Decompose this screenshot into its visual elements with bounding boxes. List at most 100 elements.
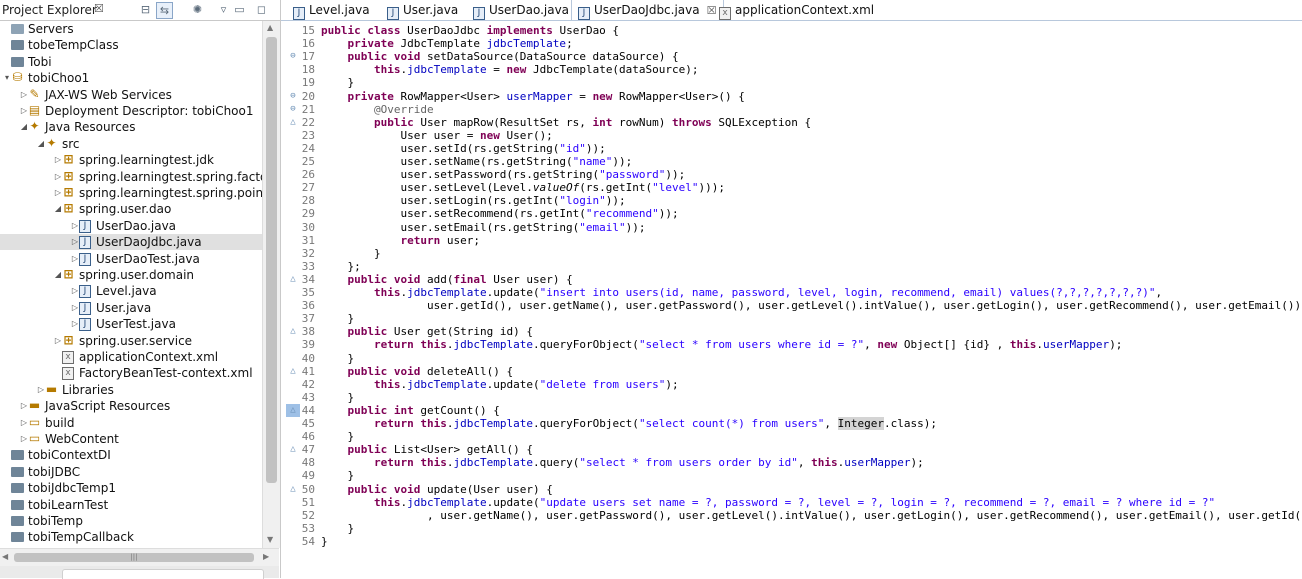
scroll-up-icon[interactable]: ▲ — [267, 23, 273, 32]
code-line[interactable]: △ 41 public void deleteAll() { — [281, 365, 1302, 378]
tree-horizontal-scrollbar[interactable]: ◀ ||| ▶ — [0, 548, 279, 566]
tree-item-label: tobiJdbcTemp1 — [28, 481, 116, 496]
tree-item[interactable]: tobiLearnTest — [0, 497, 262, 513]
tree-item[interactable]: ▷ ▤ Deployment Descriptor: tobiChoo1 — [0, 103, 262, 119]
code-line[interactable]: 31 return user; — [281, 234, 1302, 247]
link-with-editor-icon[interactable]: ⇆ — [156, 2, 173, 19]
code-line[interactable]: 27 user.setLevel(Level.valueOf(rs.getInt… — [281, 181, 1302, 194]
code-line[interactable]: 15 public class UserDaoJdbc implements Us… — [281, 24, 1302, 37]
tree-item[interactable]: ▷ ⊞ spring.learningtest.jdk — [0, 152, 262, 168]
tree-item[interactable]: tobiJdbcTemp1 — [0, 480, 262, 496]
tree-item[interactable]: ▷ J UserDaoTest.java — [0, 251, 262, 267]
code-line[interactable]: 39 return this. jdbcTemplate.queryForObje… — [281, 338, 1302, 351]
line-number: 16 — [301, 37, 315, 51]
code-line[interactable]: 35 this.jdbcTemplate.update("insert into… — [281, 286, 1302, 299]
project-explorer-tab[interactable]: Project Explorer ☒ ⊟ ⇆ ✺ ▿ ▭ ◻ — [0, 0, 280, 21]
code-line[interactable]: △ 44 public int getCount() { — [281, 403, 1302, 417]
maximize-icon[interactable]: ◻ — [254, 2, 269, 17]
tree-item[interactable]: x FactoryBeanTest-context.xml — [0, 365, 262, 381]
code-line[interactable]: △ 50 public void update(User user) { — [281, 483, 1302, 496]
scroll-down-icon[interactable]: ▼ — [267, 535, 273, 544]
code-line[interactable]: ⊖ 20 private RowMapper<User> userMapper =… — [281, 90, 1302, 103]
code-line[interactable]: 18 this.jdbcTemplate = new JdbcTemplate(… — [281, 63, 1302, 76]
editor-tab[interactable]: J UserDao.java — [467, 0, 575, 20]
code-line[interactable]: ⊖ 21 @Override — [281, 103, 1302, 116]
code-token: = — [486, 63, 507, 77]
tree-item[interactable]: tobiContextDI — [0, 447, 262, 463]
code-line[interactable]: △ 38 public User get(String id) { — [281, 325, 1302, 338]
code-line[interactable]: 26 user.setPassword(rs.getString("passwo… — [281, 168, 1302, 181]
editor-tab[interactable]: J User.java — [381, 0, 464, 20]
code-editor[interactable]: 15 public class UserDaoJdbc implements Us… — [281, 21, 1302, 578]
code-line[interactable]: 48 return this.jdbcTemplate.query("selec… — [281, 456, 1302, 469]
scroll-right-icon[interactable]: ▶ — [263, 552, 269, 561]
tree-item[interactable]: ▷ ⊞ spring.user.service — [0, 333, 262, 349]
code-line[interactable]: 16 private JdbcTemplate jdbcTemplate; — [281, 37, 1302, 50]
code-line[interactable]: 19 } — [281, 76, 1302, 89]
code-line[interactable]: ⊖ 17 public void setDataSource(DataSource… — [281, 50, 1302, 63]
tree-item[interactable]: ◢ ✦ src — [0, 136, 262, 152]
code-line[interactable]: 36 user.getId(), user.getName(), user.ge… — [281, 299, 1302, 312]
tree-item[interactable]: ▷⊞spring.learningtest.spring.factorybean — [0, 169, 262, 185]
tree-item[interactable]: ▷ J User.java — [0, 300, 262, 316]
tree-item[interactable]: ▷ ▬ Libraries — [0, 382, 262, 398]
code-line[interactable]: 52 , user.getName(), user.getPassword(),… — [281, 509, 1302, 522]
scrollbar-thumb[interactable] — [266, 37, 277, 483]
code-line[interactable]: 32 } — [281, 247, 1302, 260]
focus-icon[interactable]: ✺ — [190, 2, 205, 17]
tree-item[interactable]: ◢ ⊞ spring.user.domain — [0, 267, 262, 283]
code-line[interactable]: 42 this.jdbcTemplate.update("delete from… — [281, 378, 1302, 391]
tree-item[interactable]: ▷ J Level.java — [0, 283, 262, 299]
code-line[interactable]: 23 User user = new User(); — [281, 129, 1302, 142]
code-line[interactable]: △ 34 public void add(final User user) { — [281, 273, 1302, 286]
tree-item[interactable]: tobiTemp — [0, 513, 262, 529]
editor-tab[interactable]: J UserDaoJdbc.java ☒ — [571, 0, 724, 20]
tree-item[interactable]: ◢ ⊞ spring.user.dao — [0, 201, 262, 217]
code-line[interactable]: 29 user.setRecommend(rs.getInt("recommen… — [281, 207, 1302, 220]
tree-vertical-scrollbar[interactable]: ▲ ▼ — [262, 21, 280, 548]
collapse-all-icon[interactable]: ⊟ — [138, 2, 153, 17]
tree-item[interactable]: ▷ ▬ JavaScript Resources — [0, 398, 262, 414]
code-line[interactable]: 43 } — [281, 391, 1302, 404]
tree-item[interactable]: ▷ ✎ JAX-WS Web Services — [0, 87, 262, 103]
tree-item[interactable]: tobiJDBC — [0, 464, 262, 480]
close-icon[interactable]: ☒ — [94, 2, 104, 15]
tree-item-label: spring.learningtest.spring.pointcut — [79, 186, 262, 200]
code-line[interactable]: 54} — [281, 535, 1302, 548]
tree-item[interactable]: tobeTempClass — [0, 37, 262, 53]
tree-item[interactable]: ◢ ✦ Java Resources — [0, 119, 262, 135]
tree-item[interactable]: ▷ J UserTest.java — [0, 316, 262, 332]
code-line[interactable]: 33 }; — [281, 260, 1302, 273]
code-line[interactable]: 53 } — [281, 522, 1302, 535]
code-line[interactable]: 24 user.setId(rs.getString("id")); — [281, 142, 1302, 155]
tree-item[interactable]: ▾ ⛁ tobiChoo1 — [0, 70, 262, 86]
line-number: 23 — [301, 128, 315, 142]
minimize-icon[interactable]: ▭ — [232, 2, 247, 17]
editor-tab[interactable]: x applicationContext.xml — [713, 0, 880, 20]
tree-item[interactable]: ▷ ▭ WebContent — [0, 431, 262, 447]
code-line[interactable]: 25 user.setName(rs.getString("name")); — [281, 155, 1302, 168]
tree-item[interactable]: ▷⊞spring.learningtest.spring.pointcut — [0, 185, 262, 201]
scrollbar-thumb[interactable]: ||| — [14, 553, 254, 562]
tree-item[interactable]: ▷ ▭ build — [0, 415, 262, 431]
tree-item[interactable]: tobiTempCallback — [0, 529, 262, 545]
scroll-left-icon[interactable]: ◀ — [2, 552, 8, 561]
tree-item[interactable]: x applicationContext.xml — [0, 349, 262, 365]
tree-item[interactable]: ▷ J UserDaoJdbc.java — [0, 234, 262, 251]
code-line[interactable]: 46 } — [281, 430, 1302, 443]
view-menu-icon[interactable]: ▿ — [216, 2, 231, 17]
code-token: RowMapper<User> — [393, 89, 507, 103]
code-line[interactable]: 51 this.jdbcTemplate.update("update user… — [281, 496, 1302, 509]
code-line[interactable]: 30 user.setEmail(rs.getString("email")); — [281, 221, 1302, 234]
tree-item[interactable]: Servers — [0, 21, 262, 37]
tree-item[interactable]: ▷ J UserDao.java — [0, 218, 262, 234]
editor-tab[interactable]: J Level.java — [287, 0, 376, 20]
code-line[interactable]: 45 return this.jdbcTemplate.queryForObje… — [281, 417, 1302, 430]
code-line[interactable]: 28 user.setLogin(rs.getInt("login")); — [281, 194, 1302, 207]
code-line[interactable]: 49 } — [281, 469, 1302, 482]
code-line[interactable]: △ 47 public List<User> getAll() { — [281, 443, 1302, 456]
code-line[interactable]: 37 } — [281, 312, 1302, 325]
tree-item[interactable]: Tobi — [0, 54, 262, 70]
code-line[interactable]: 40 } — [281, 352, 1302, 365]
code-line[interactable]: △ 22 public User mapRow(ResultSet rs, int… — [281, 116, 1302, 129]
